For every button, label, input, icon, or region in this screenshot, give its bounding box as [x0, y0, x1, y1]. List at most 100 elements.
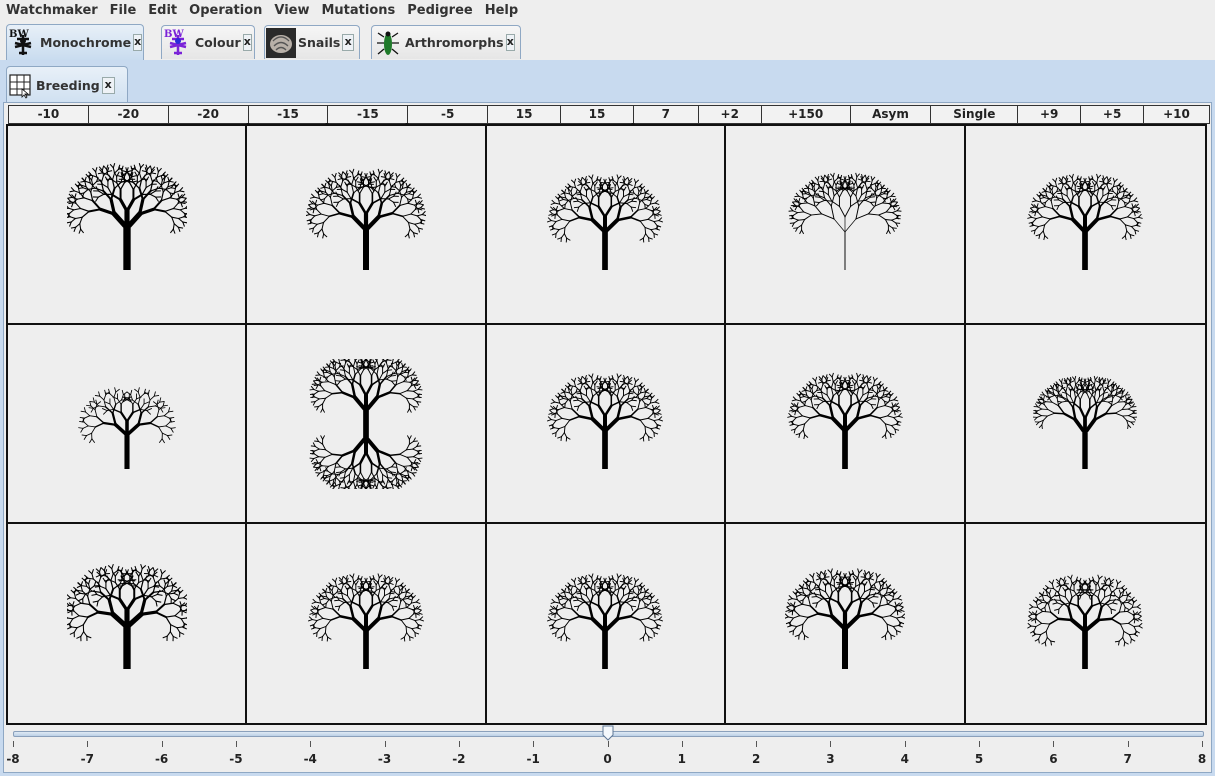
slider-tick — [87, 741, 89, 747]
biomorph-tree — [547, 372, 664, 469]
gene-label: -15 — [277, 107, 299, 121]
biomorph-cell[interactable] — [247, 524, 487, 723]
tab-label: Monochrome — [40, 35, 132, 50]
biomorph-grid — [6, 124, 1207, 725]
gene-value[interactable]: -10 — [9, 106, 89, 123]
biomorph-cell[interactable] — [965, 325, 1205, 524]
gene-value[interactable]: -20 — [89, 106, 169, 123]
biomorph-cell[interactable] — [8, 325, 248, 524]
biomorph-cell[interactable] — [247, 126, 487, 325]
menu-view[interactable]: View — [268, 0, 315, 22]
slider-tick-label: 8 — [1197, 752, 1207, 766]
menu-edit[interactable]: Edit — [142, 0, 183, 22]
tab-label: Arthromorphs — [405, 35, 504, 50]
tab-monochrome[interactable]: BW Monochrome x — [6, 24, 144, 60]
biomorph-tree — [77, 386, 176, 469]
slider-tick — [979, 741, 981, 747]
gene-label: Single — [953, 107, 996, 121]
slider-tick-label: 5 — [974, 752, 984, 766]
gene-value[interactable]: -5 — [405, 106, 489, 127]
slider-tick — [458, 741, 460, 747]
biomorph-tree — [66, 563, 187, 669]
slider-tick — [681, 741, 683, 747]
biomorph-cell[interactable] — [965, 126, 1205, 325]
biomorph-tree — [66, 162, 187, 270]
slider-tick — [1202, 741, 1203, 747]
slider-tick — [756, 741, 758, 747]
menu-file[interactable]: File — [104, 0, 143, 22]
genome-strip: -10 -20 -20 -15 -15 -5 15 15 7 +2 +150 Asym Single +9… — [8, 105, 1210, 127]
gene-value[interactable]: -15 — [245, 106, 329, 127]
menu-help[interactable]: Help — [479, 0, 524, 22]
biomorph-cell[interactable] — [726, 524, 966, 723]
gene-value[interactable]: 15 — [561, 106, 634, 123]
gene-value[interactable]: -15 — [325, 106, 409, 127]
slider-thumb[interactable] — [602, 725, 614, 741]
menu-operation[interactable]: Operation — [183, 0, 268, 22]
gene-value[interactable]: +150 — [762, 106, 851, 123]
biomorph-cell[interactable] — [726, 126, 966, 325]
slider-tick — [830, 741, 832, 747]
biomorph-cell[interactable] — [486, 325, 727, 524]
species-tab-bar: BW Monochrome x BW Colour x Snails x Art… — [0, 22, 1215, 61]
slider-tick-label: -2 — [452, 752, 466, 766]
gene-label: 7 — [661, 107, 671, 121]
biomorph-cell[interactable] — [726, 325, 966, 524]
gene-value[interactable]: Asym — [851, 106, 932, 123]
slider-tick-label: -7 — [80, 752, 94, 766]
gene-value[interactable]: +10 — [1144, 106, 1209, 123]
gene-value[interactable]: -20 — [169, 106, 249, 123]
close-icon[interactable]: x — [101, 77, 115, 94]
tab-snails[interactable]: Snails x — [264, 25, 360, 59]
biomorph-cell[interactable] — [8, 524, 248, 723]
gene-value[interactable]: +5 — [1081, 106, 1145, 123]
biomorph-cell[interactable] — [8, 126, 248, 325]
slider-tick-label: -1 — [526, 752, 540, 766]
slider-tick-label: 4 — [900, 752, 909, 766]
tab-label: Breeding — [36, 78, 100, 93]
slider-tick-label: 3 — [826, 752, 835, 766]
close-icon[interactable]: x — [505, 34, 515, 51]
biomorph-cell[interactable] — [486, 524, 727, 723]
gene-label: +10 — [1163, 107, 1190, 121]
gene-label: -5 — [441, 107, 455, 121]
biomorph-tree — [787, 372, 903, 469]
close-icon[interactable]: x — [242, 34, 252, 51]
menu-watchmaker[interactable]: Watchmaker — [0, 0, 104, 22]
gene-value[interactable]: +9 — [1018, 106, 1082, 123]
gene-label: 15 — [588, 107, 606, 121]
tab-colour[interactable]: BW Colour x — [161, 25, 255, 59]
biomorph-cell[interactable] — [965, 524, 1205, 723]
gene-label: Asym — [872, 107, 909, 121]
slider-tick-label: 7 — [1123, 752, 1132, 766]
gene-label: +9 — [1040, 107, 1059, 121]
gene-value[interactable]: Single — [931, 106, 1019, 123]
slider-tick-label: -5 — [229, 752, 243, 766]
close-icon[interactable]: x — [133, 34, 143, 51]
snail-shell-icon — [265, 27, 297, 59]
tab-label: Colour — [195, 35, 241, 50]
gene-value[interactable]: 15 — [488, 106, 562, 123]
arthromorph-icon — [372, 27, 404, 59]
menu-mutations[interactable]: Mutations — [315, 0, 401, 22]
close-icon[interactable]: x — [342, 34, 354, 51]
biomorph-tree — [1027, 173, 1144, 270]
biomorph-tree — [306, 168, 427, 270]
slider-tick-label: 6 — [1049, 752, 1058, 766]
slider-tick-label: 0 — [603, 752, 612, 766]
gene-value[interactable]: +2 — [699, 106, 762, 123]
menu-pedigree[interactable]: Pedigree — [401, 0, 478, 22]
tab-breeding[interactable]: Breeding x — [6, 66, 128, 104]
slider-scale: -8 -7 -6 -5 -4 -3 -2 -1 0 1 2 3 4 5 6 7 8 — [4, 741, 1213, 771]
slider-tick — [310, 741, 312, 747]
biomorph-cell[interactable] — [247, 325, 487, 524]
slider-tick-label: -3 — [377, 752, 392, 766]
gene-value[interactable]: 7 — [630, 106, 699, 127]
slider-tick-label: 1 — [677, 752, 686, 766]
tab-arthromorphs[interactable]: Arthromorphs x — [371, 25, 521, 59]
biomorph-tree — [784, 567, 905, 669]
biomorph-cell[interactable] — [486, 126, 727, 325]
slider-tick — [1127, 741, 1129, 747]
gene-label: 15 — [515, 107, 533, 121]
slider-tick — [235, 741, 237, 747]
